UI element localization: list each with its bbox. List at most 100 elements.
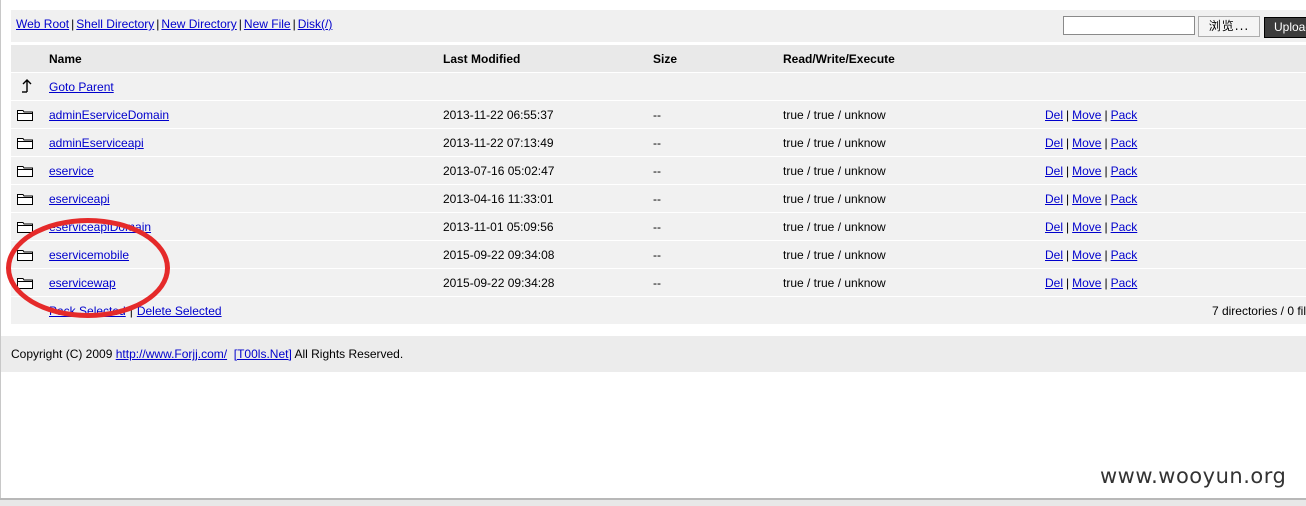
table-row: eserviceapi 2013-04-16 11:33:01 -- true / t… bbox=[11, 185, 1306, 213]
table-row: eservice 2013-07-16 05:02:47 -- true / true… bbox=[11, 157, 1306, 185]
permissions: true / true / unknow bbox=[783, 192, 886, 206]
permissions: true / true / unknow bbox=[783, 164, 886, 178]
row-actions: Del | Move | Pack bbox=[1045, 213, 1137, 241]
file-table: Name Last Modified Size Read/Write/Execu… bbox=[11, 45, 1306, 325]
header-name: Name bbox=[49, 52, 82, 66]
link-disk[interactable]: Disk(/) bbox=[298, 17, 333, 31]
table-row: adminEserviceDomain 2013-11-22 06:55:37 --… bbox=[11, 101, 1306, 129]
dir-name-link[interactable]: eserviceapiDomain bbox=[49, 213, 151, 241]
table-row: eservicewap 2015-09-22 09:34:28 -- true / t… bbox=[11, 269, 1306, 297]
move-link[interactable]: Move bbox=[1072, 276, 1101, 290]
row-actions: Del | Move | Pack bbox=[1045, 185, 1137, 213]
goto-parent-link[interactable]: Goto Parent bbox=[49, 73, 114, 101]
separator: | bbox=[1104, 276, 1108, 290]
last-modified: 2015-09-22 09:34:28 bbox=[443, 276, 555, 290]
t00ls-link[interactable]: [T00ls.Net] bbox=[234, 347, 292, 361]
forjj-link[interactable]: http://www.Forjj.com/ bbox=[116, 347, 227, 361]
move-link[interactable]: Move bbox=[1072, 108, 1101, 122]
separator: | bbox=[1104, 248, 1108, 262]
separator: | bbox=[71, 17, 75, 31]
window-left-border bbox=[0, 0, 1, 498]
row-actions: Del | Move | Pack bbox=[1045, 101, 1137, 129]
separator: | bbox=[129, 304, 133, 318]
separator: | bbox=[292, 17, 296, 31]
separator: | bbox=[1066, 136, 1070, 150]
pack-selected-link[interactable]: Pack Selected bbox=[49, 304, 126, 318]
last-modified: 2015-09-22 09:34:08 bbox=[443, 248, 555, 262]
del-link[interactable]: Del bbox=[1045, 108, 1063, 122]
move-link[interactable]: Move bbox=[1072, 220, 1101, 234]
pack-link[interactable]: Pack bbox=[1111, 276, 1138, 290]
separator: | bbox=[1104, 136, 1108, 150]
last-modified: 2013-11-22 06:55:37 bbox=[443, 108, 554, 122]
table-header: Name Last Modified Size Read/Write/Execu… bbox=[11, 45, 1306, 73]
pack-link[interactable]: Pack bbox=[1111, 220, 1138, 234]
table-footer: Pack Selected | Delete Selected 7 director… bbox=[11, 297, 1306, 325]
dir-name-link[interactable]: eserviceapi bbox=[49, 185, 110, 213]
permissions: true / true / unknow bbox=[783, 276, 886, 290]
pack-link[interactable]: Pack bbox=[1111, 248, 1138, 262]
permissions: true / true / unknow bbox=[783, 248, 886, 262]
bulk-actions: Pack Selected | Delete Selected bbox=[49, 297, 222, 325]
dir-name-link[interactable]: eservicewap bbox=[49, 269, 116, 297]
separator: | bbox=[1066, 248, 1070, 262]
row-actions: Del | Move | Pack bbox=[1045, 241, 1137, 269]
move-link[interactable]: Move bbox=[1072, 136, 1101, 150]
separator: | bbox=[1066, 108, 1070, 122]
table-row: eserviceapiDomain 2013-11-01 05:09:56 -- tr… bbox=[11, 213, 1306, 241]
toolbar-links: Web Root | Shell Directory | New Directory | N… bbox=[16, 17, 332, 31]
del-link[interactable]: Del bbox=[1045, 276, 1063, 290]
dir-name-link[interactable]: adminEserviceDomain bbox=[49, 101, 169, 129]
del-link[interactable]: Del bbox=[1045, 192, 1063, 206]
size: -- bbox=[653, 136, 661, 150]
move-link[interactable]: Move bbox=[1072, 164, 1101, 178]
dir-name-link[interactable]: adminEserviceapi bbox=[49, 129, 144, 157]
copyright-text: Copyright (C) 2009 http://www.Forjj.com/… bbox=[11, 336, 403, 372]
move-link[interactable]: Move bbox=[1072, 192, 1101, 206]
separator: | bbox=[1066, 164, 1070, 178]
dir-name-link[interactable]: eservice bbox=[49, 157, 94, 185]
header-last-modified: Last Modified bbox=[443, 52, 521, 66]
browse-button[interactable]: 浏览... bbox=[1198, 16, 1260, 37]
del-link[interactable]: Del bbox=[1045, 164, 1063, 178]
separator: | bbox=[1066, 276, 1070, 290]
separator: | bbox=[1066, 220, 1070, 234]
size: -- bbox=[653, 108, 661, 122]
size: -- bbox=[653, 248, 661, 262]
permissions: true / true / unknow bbox=[783, 220, 886, 234]
upload-button[interactable]: Upload bbox=[1264, 17, 1306, 38]
del-link[interactable]: Del bbox=[1045, 136, 1063, 150]
row-actions: Del | Move | Pack bbox=[1045, 269, 1137, 297]
permissions: true / true / unknow bbox=[783, 108, 886, 122]
upload-file-input[interactable] bbox=[1063, 16, 1195, 35]
del-link[interactable]: Del bbox=[1045, 220, 1063, 234]
window-bottom-border bbox=[0, 498, 1306, 506]
last-modified: 2013-11-22 07:13:49 bbox=[443, 136, 554, 150]
del-link[interactable]: Del bbox=[1045, 248, 1063, 262]
pack-link[interactable]: Pack bbox=[1111, 136, 1138, 150]
permissions: true / true / unknow bbox=[783, 136, 886, 150]
header-size: Size bbox=[653, 52, 678, 66]
separator: | bbox=[238, 17, 242, 31]
pack-link[interactable]: Pack bbox=[1111, 164, 1138, 178]
copyright-prefix: Copyright (C) 2009 bbox=[11, 347, 113, 361]
row-actions: Del | Move | Pack bbox=[1045, 157, 1137, 185]
link-web-root[interactable]: Web Root bbox=[16, 17, 69, 31]
size: -- bbox=[653, 220, 661, 234]
parent-row: Goto Parent bbox=[11, 73, 1306, 101]
copyright-suffix: All Rights Reserved. bbox=[294, 347, 404, 361]
link-shell-directory[interactable]: Shell Directory bbox=[76, 17, 154, 31]
pack-link[interactable]: Pack bbox=[1111, 192, 1138, 206]
link-new-directory[interactable]: New Directory bbox=[161, 17, 236, 31]
delete-selected-link[interactable]: Delete Selected bbox=[137, 304, 222, 318]
move-link[interactable]: Move bbox=[1072, 248, 1101, 262]
separator: | bbox=[1066, 192, 1070, 206]
link-new-file[interactable]: New File bbox=[244, 17, 291, 31]
separator: | bbox=[1104, 108, 1108, 122]
dir-name-link[interactable]: eservicemobile bbox=[49, 241, 129, 269]
row-actions: Del | Move | Pack bbox=[1045, 129, 1137, 157]
separator: | bbox=[1104, 192, 1108, 206]
pack-link[interactable]: Pack bbox=[1111, 108, 1138, 122]
size: -- bbox=[653, 164, 661, 178]
size: -- bbox=[653, 276, 661, 290]
